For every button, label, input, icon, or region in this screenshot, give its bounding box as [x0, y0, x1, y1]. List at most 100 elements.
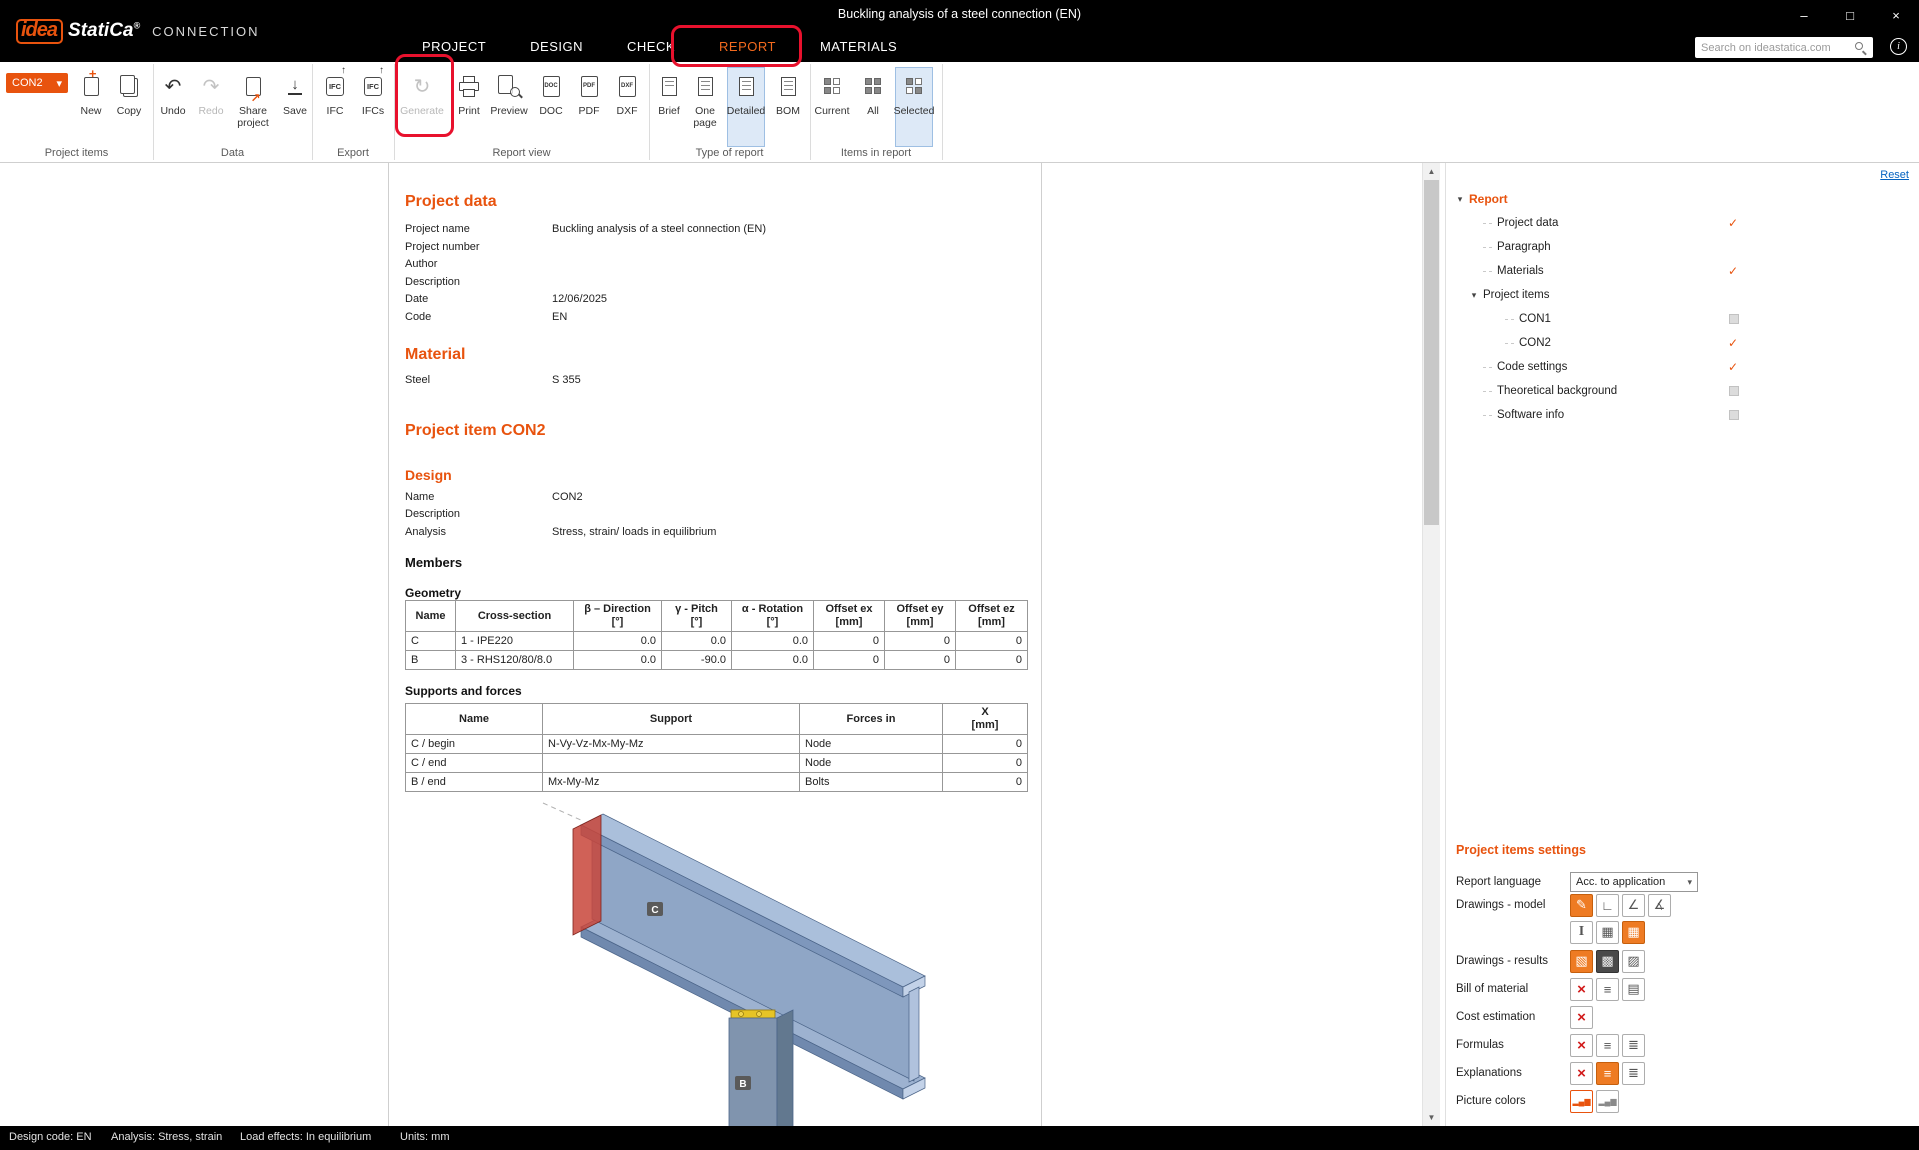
print-button[interactable]: Print — [450, 67, 488, 147]
tree-item-project-items[interactable]: ▾ Project items — [1454, 283, 1746, 307]
brief-report-button[interactable]: Brief — [650, 67, 688, 147]
tab-design[interactable]: DESIGN — [508, 30, 605, 62]
new-button[interactable]: + New — [72, 67, 110, 147]
share-project-button[interactable]: ↗ Share project — [230, 67, 276, 147]
generate-button[interactable]: ↻ Generate — [403, 67, 441, 147]
axes-xz-icon[interactable]: ∠ — [1622, 894, 1645, 917]
export-doc-button[interactable]: DOC DOC — [532, 67, 570, 147]
detailed-report-button[interactable]: Detailed — [727, 67, 765, 147]
tree-item-software-info[interactable]: Software info — [1454, 403, 1746, 427]
axes-z-icon[interactable]: ∡ — [1648, 894, 1671, 917]
ifcs-export-button[interactable]: IFC↑ IFCs — [354, 67, 392, 147]
tab-check[interactable]: CHECK — [605, 30, 697, 62]
tab-report[interactable]: REPORT — [697, 30, 798, 62]
scroll-down-icon[interactable]: ▼ — [1423, 1109, 1440, 1126]
i-section-icon[interactable]: I — [1570, 921, 1593, 944]
report-language-select[interactable]: Acc. to application ▾ — [1570, 872, 1698, 892]
list-icon[interactable]: ≡ — [1596, 978, 1619, 1001]
selected-items-button[interactable]: Selected — [895, 67, 933, 147]
tree-item-code-settings[interactable]: Code settings ✓ — [1454, 355, 1746, 379]
report-heading-material: Material — [405, 346, 1025, 364]
scroll-up-icon[interactable]: ▲ — [1423, 163, 1440, 180]
checkmark-icon[interactable]: ✓ — [1728, 360, 1746, 374]
setting-row-picture-colors: Picture colors ▂▄▆ ▂▄▆ — [1456, 1088, 1619, 1114]
tree-item-con1[interactable]: CON1 — [1454, 307, 1746, 331]
status-units: Units: mm — [400, 1131, 450, 1143]
ifc-export-button[interactable]: IFC↑ IFC — [316, 67, 354, 147]
report-tree: ▾ Report Project data ✓ Paragraph Materi… — [1454, 187, 1754, 427]
search-icon[interactable] — [1854, 41, 1868, 55]
table-header-row: Name Cross-section β – Direction[°] γ - … — [406, 601, 1028, 632]
checkmark-icon[interactable]: ✓ — [1728, 336, 1746, 350]
none-cross-icon[interactable]: × — [1570, 978, 1593, 1001]
results-dark-icon[interactable]: ▩ — [1596, 950, 1619, 973]
info-icon[interactable]: i — [1890, 38, 1907, 55]
statica-logo: StatiCa® — [68, 20, 140, 42]
preview-button[interactable]: Preview — [490, 67, 528, 147]
all-items-button[interactable]: All — [854, 67, 892, 147]
tab-materials[interactable]: MATERIALS — [798, 30, 919, 62]
list-icon[interactable]: ≣ — [1622, 1062, 1645, 1085]
save-button[interactable]: ↓ Save — [276, 67, 314, 147]
setting-row-drawings-results: Drawings - results ▧ ▩ ▨ — [1456, 948, 1645, 974]
main-menu: PROJECT DESIGN CHECK REPORT MATERIALS — [400, 30, 919, 62]
project-items-settings-heading: Project items settings — [1456, 843, 1586, 857]
table-icon[interactable]: ▤ — [1622, 978, 1645, 1001]
results-picture-icon[interactable]: ▨ — [1622, 950, 1645, 973]
tree-item-project-data[interactable]: Project data ✓ — [1454, 211, 1746, 235]
list-active-icon[interactable]: ≡ — [1596, 1062, 1619, 1085]
none-cross-icon[interactable]: × — [1570, 1062, 1593, 1085]
close-icon[interactable]: × — [1873, 0, 1919, 30]
window-titlebar: Buckling analysis of a steel connection … — [0, 0, 1919, 30]
checkmark-icon[interactable]: ✓ — [1728, 216, 1746, 230]
current-grid-icon — [824, 68, 840, 104]
undo-button[interactable]: ↶ Undo — [154, 67, 192, 147]
copy-icon — [120, 68, 138, 104]
minimize-icon[interactable]: – — [1781, 0, 1827, 30]
project-item-selector[interactable]: CON2 ▾ — [6, 73, 68, 93]
tree-item-paragraph[interactable]: Paragraph — [1454, 235, 1746, 259]
checkbox-unchecked-icon[interactable] — [1729, 410, 1739, 420]
pdf-file-icon: PDF — [581, 68, 598, 104]
brief-page-icon — [662, 68, 677, 104]
checkbox-unchecked-icon[interactable] — [1729, 314, 1739, 324]
tab-project[interactable]: PROJECT — [400, 30, 508, 62]
none-cross-icon[interactable]: × — [1570, 1006, 1593, 1029]
save-icon: ↓ — [288, 68, 302, 104]
checkbox-unchecked-icon[interactable] — [1729, 386, 1739, 396]
table-row: C / beginN-Vy-Vz-Mx-My-Mz Node0 — [406, 735, 1028, 754]
picture-icon[interactable]: ▦ — [1596, 921, 1619, 944]
bom-report-button[interactable]: BOM — [769, 67, 807, 147]
tree-item-con2[interactable]: CON2 ✓ — [1454, 331, 1746, 355]
tree-item-report[interactable]: ▾ Report — [1454, 187, 1746, 211]
svg-text:C: C — [651, 905, 658, 916]
one-page-report-button[interactable]: One page — [686, 67, 724, 147]
results-3d-icon[interactable]: ▧ — [1570, 950, 1593, 973]
tree-item-materials[interactable]: Materials ✓ — [1454, 259, 1746, 283]
checkmark-icon[interactable]: ✓ — [1728, 264, 1746, 278]
axes-xy-icon[interactable]: ∟ — [1596, 894, 1619, 917]
bars-color-icon[interactable]: ▂▄▆ — [1570, 1090, 1593, 1113]
field-row: Project number — [405, 241, 1025, 259]
bars-gray-icon[interactable]: ▂▄▆ — [1596, 1090, 1619, 1113]
none-cross-icon[interactable]: × — [1570, 1034, 1593, 1057]
scrollbar-thumb[interactable] — [1424, 180, 1439, 525]
tree-item-theoretical-background[interactable]: Theoretical background — [1454, 379, 1746, 403]
maximize-icon[interactable]: □ — [1827, 0, 1873, 30]
expander-icon[interactable]: ▾ — [1454, 194, 1466, 205]
report-page: Project data Project nameBuckling analys… — [388, 163, 1042, 1126]
reset-link[interactable]: Reset — [1880, 169, 1909, 181]
redo-button[interactable]: ↷ Redo — [192, 67, 230, 147]
report-scrollbar[interactable]: ▲ ▼ — [1422, 163, 1440, 1126]
current-items-button[interactable]: Current — [813, 67, 851, 147]
copy-button[interactable]: Copy — [110, 67, 148, 147]
export-dxf-button[interactable]: DXF DXF — [608, 67, 646, 147]
list-detailed-icon[interactable]: ≣ — [1622, 1034, 1645, 1057]
list-brief-icon[interactable]: ≡ — [1596, 1034, 1619, 1057]
drawing-3d-icon[interactable]: ✎ — [1570, 894, 1593, 917]
expander-icon[interactable]: ▾ — [1468, 290, 1480, 301]
picture-active-icon[interactable]: ▦ — [1622, 921, 1645, 944]
search-input[interactable] — [1695, 42, 1854, 54]
export-pdf-button[interactable]: PDF PDF — [570, 67, 608, 147]
chevron-down-icon: ▾ — [1687, 877, 1692, 888]
